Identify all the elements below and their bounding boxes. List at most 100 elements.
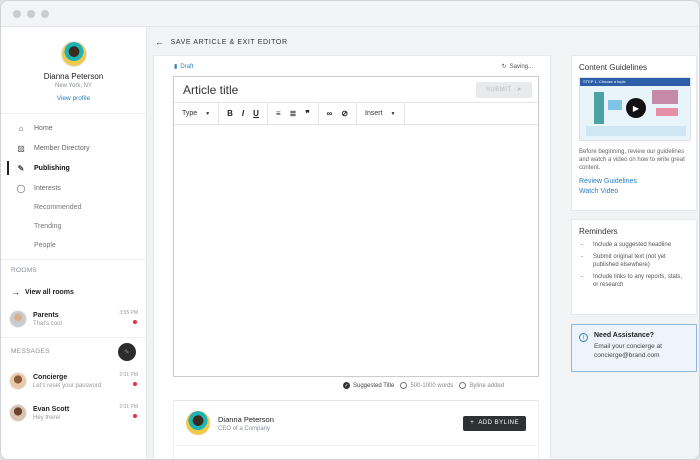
messages-label: MESSAGES — [11, 348, 50, 355]
numbered-list-icon[interactable]: ≣ — [290, 109, 297, 118]
insert-dropdown-label: Insert — [365, 110, 383, 117]
check-label: Suggested Title — [353, 382, 395, 389]
window-maximize-dot[interactable] — [41, 9, 49, 18]
contacts-icon: ▨ — [17, 143, 25, 153]
right-panel: Content Guidelines STEP 1: Choose a topi… — [563, 27, 699, 459]
illustration-block — [608, 100, 622, 110]
compose-message-button[interactable]: ✎ — [118, 342, 136, 361]
save-exit-link[interactable]: ← SAVE ARTICLE & EXIT EDITOR — [155, 37, 288, 47]
submit-button[interactable]: SUBMIT ➤ — [476, 81, 532, 98]
nav-item-label: Member Directory — [34, 144, 90, 152]
bulb-icon: ◯ — [16, 183, 26, 193]
article-title-input[interactable] — [183, 82, 403, 97]
caret-down-icon: ▼ — [205, 110, 211, 117]
video-thumbnail[interactable]: STEP 1: Choose a topic ▶ — [579, 77, 691, 141]
save-exit-label: SAVE ARTICLE & EXIT EDITOR — [170, 38, 288, 46]
nav-item-label: Interests — [34, 184, 61, 192]
profile-name: Dianna Peterson — [43, 72, 104, 81]
reminders-title: Reminders — [579, 227, 618, 236]
assistance-text[interactable]: Email your concierge at concierge@brand.… — [594, 342, 689, 360]
window-minimize-dot[interactable] — [27, 9, 35, 18]
nav-item-home[interactable]: ⌂ Home — [1, 118, 146, 138]
refresh-icon: ↻ — [501, 64, 507, 70]
app-body: Dianna Peterson New York, NY View profil… — [1, 27, 699, 459]
caret-down-icon: ▼ — [390, 110, 396, 117]
nav-item-interests[interactable]: ◯ Interests — [1, 178, 146, 198]
insert-dropdown[interactable]: Insert ▼ — [357, 103, 405, 124]
format-toolbar: Type ▼ B I U ≡ ≣ ❞ ∞ ⊘ Insert ▼ — [174, 103, 538, 125]
nav-item-member-directory[interactable]: ▨ Member Directory — [1, 138, 146, 158]
quote-icon[interactable]: ❞ — [305, 109, 309, 118]
arrow-left-icon: ← — [155, 37, 165, 47]
byline-text: Dianna Peterson CEO of a Company — [218, 415, 274, 432]
message-item-evan-scott[interactable]: Evan Scott Hey there! 2:01 PM — [1, 397, 146, 429]
arrow-right-icon: → — [11, 287, 20, 297]
byline-role: CEO of a Company — [218, 425, 271, 432]
reminders-list: Include a suggested headline Submit orig… — [579, 241, 689, 290]
underline-icon[interactable]: U — [253, 109, 259, 118]
unread-indicator — [133, 414, 137, 418]
nav-sub-trending[interactable]: Trending — [1, 217, 146, 236]
play-icon[interactable]: ▶ — [626, 98, 646, 118]
rooms-label: ROOMS — [1, 259, 146, 281]
unread-indicator — [133, 382, 137, 386]
message-time: 2:01 PM — [119, 372, 138, 378]
empty-circle-icon — [459, 382, 467, 389]
unread-indicator — [133, 320, 137, 324]
nav-sub-recommended[interactable]: Recommended — [1, 198, 146, 217]
message-preview: Let's reset your password — [33, 382, 102, 389]
illustration-block — [656, 108, 678, 116]
link-icon[interactable]: ∞ — [327, 109, 333, 118]
list-group: ≡ ≣ ❞ — [268, 103, 319, 124]
avatar — [9, 372, 27, 390]
list-item: Include a suggested headline — [579, 241, 689, 250]
message-preview: Hey there! — [33, 414, 61, 421]
article-body-area[interactable] — [174, 125, 538, 376]
italic-icon[interactable]: I — [242, 109, 244, 118]
bullet-list-icon[interactable]: ≡ — [276, 109, 281, 118]
sidebar: Dianna Peterson New York, NY View profil… — [1, 27, 147, 459]
illustration-block — [594, 92, 604, 124]
check-label: 500-1000 words — [410, 382, 454, 389]
main-nav: ⌂ Home ▨ Member Directory ✎ Publishing ◯… — [1, 113, 146, 255]
add-byline-label: ADD BYLINE — [478, 420, 519, 426]
profile-location: New York, NY — [54, 83, 93, 89]
view-profile-link[interactable]: View profile — [1, 95, 146, 102]
type-dropdown[interactable]: Type ▼ — [174, 103, 220, 124]
watch-video-link[interactable]: Watch Video — [579, 188, 689, 195]
message-time: 2:01 PM — [119, 404, 138, 410]
byline-avatar — [186, 411, 210, 435]
add-byline-button[interactable]: + ADD BYLINE — [463, 415, 526, 431]
submit-label: SUBMIT — [485, 86, 512, 93]
check-byline: Byline added — [459, 382, 504, 389]
title-row: SUBMIT ➤ — [174, 77, 538, 103]
message-item-concierge[interactable]: Concierge Let's reset your password 2:01… — [1, 365, 146, 397]
info-icon: i — [579, 333, 588, 342]
app-window: Dianna Peterson New York, NY View profil… — [0, 0, 700, 460]
reminders-card: Reminders Include a suggested headline S… — [571, 219, 697, 315]
assistance-text-block: Need Assistance? Email your concierge at… — [594, 332, 689, 364]
window-close-dot[interactable] — [13, 9, 21, 18]
view-all-rooms-link[interactable]: → View all rooms — [1, 281, 146, 303]
messages-header: MESSAGES ✎ — [1, 337, 146, 365]
room-item-parents[interactable]: Parents That's cool 3:55 PM — [1, 303, 146, 335]
editor-box: SUBMIT ➤ Type ▼ B I U — [173, 76, 539, 377]
list-item: Include links to any reports, stats, or … — [579, 273, 689, 290]
byline-card: Dianna Peterson CEO of a Company + ADD B… — [173, 400, 539, 459]
nav-item-publishing[interactable]: ✎ Publishing — [1, 158, 146, 178]
guidelines-title: Content Guidelines — [579, 63, 648, 72]
compose-icon: ✎ — [124, 348, 130, 356]
profile-avatar[interactable] — [60, 41, 87, 67]
unlink-icon[interactable]: ⊘ — [341, 109, 348, 118]
room-preview: That's cool — [33, 320, 62, 327]
draft-label: Draft — [180, 63, 194, 70]
check-suggested-title: ✓ Suggested Title — [343, 382, 394, 389]
bold-icon[interactable]: B — [227, 109, 233, 118]
illustration-block — [586, 126, 686, 136]
assistance-card: i Need Assistance? Email your concierge … — [571, 324, 697, 372]
empty-circle-icon — [400, 382, 408, 389]
nav-sub-people[interactable]: People — [1, 236, 146, 255]
view-all-rooms-label: View all rooms — [25, 288, 74, 296]
check-label: Byline added — [469, 382, 505, 389]
review-guidelines-link[interactable]: Review Guidelines — [579, 178, 689, 185]
